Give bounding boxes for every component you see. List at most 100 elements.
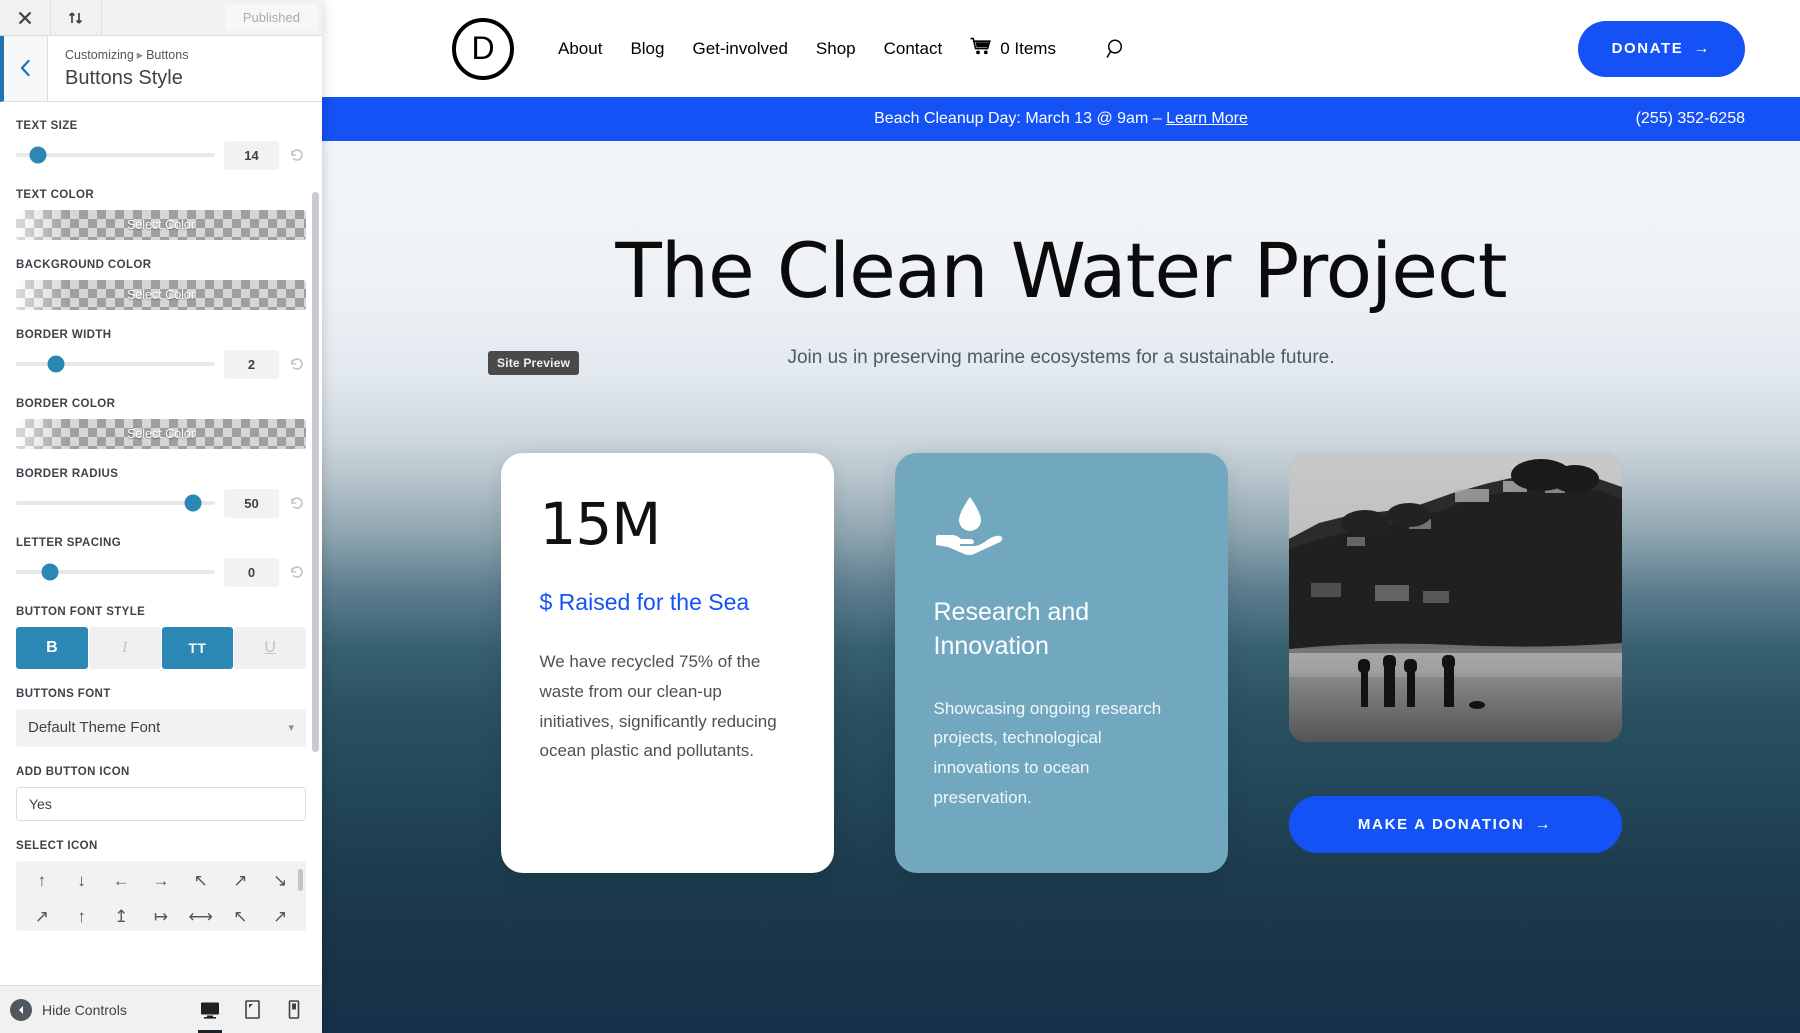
arrow-down-icon[interactable]: ↓ — [62, 870, 102, 892]
arrow-up-right-icon[interactable]: ↗ — [221, 870, 261, 892]
reset-icon[interactable] — [288, 564, 306, 580]
reset-icon[interactable] — [288, 147, 306, 163]
letter-spacing-value[interactable]: 0 — [224, 557, 279, 587]
hero-section: Site Preview The Clean Water Project Joi… — [322, 141, 1800, 1033]
letter-spacing-slider[interactable] — [16, 563, 215, 581]
arrow-down-right-icon[interactable]: ↘ — [260, 870, 300, 892]
border-radius-slider[interactable] — [16, 494, 215, 512]
arrow-up-right-alt-icon[interactable]: ↗ — [260, 906, 300, 928]
nav-link-about[interactable]: About — [558, 39, 602, 59]
panel-scrollbar[interactable] — [312, 191, 319, 752]
breadcrumb-current: Buttons — [146, 48, 189, 62]
device-mobile-button[interactable] — [274, 986, 314, 1033]
arrow-up-left-alt-icon[interactable]: ↖ — [221, 906, 261, 928]
select-color-label: Select Color — [126, 287, 196, 302]
control-label: BUTTONS FONT — [16, 687, 111, 700]
arrow-up-icon[interactable]: ↑ — [22, 870, 62, 892]
beach-photo — [1288, 453, 1622, 742]
arrow-right-icon[interactable]: → — [141, 870, 181, 892]
page-title: Buttons Style — [65, 66, 183, 89]
text-color-picker[interactable]: Select Color — [16, 209, 306, 240]
donate-button-label: DONATE — [1611, 40, 1684, 57]
slider-row: 50 — [16, 488, 306, 518]
arrow-diagonal-icon[interactable]: ↗ — [22, 906, 62, 928]
icon-picker[interactable]: ↑ ↓ ← → ↖ ↗ ↘ ↗ ↑ ↥ ↦ ⟷ ↖ ↗ — [16, 860, 306, 931]
hero-title: The Clean Water Project — [615, 226, 1507, 315]
announcement-phone[interactable]: (255) 352-6258 — [1636, 110, 1745, 128]
nav-link-blog[interactable]: Blog — [630, 39, 664, 59]
stat-value: 15M — [539, 490, 662, 558]
slider-knob[interactable] — [184, 494, 202, 512]
photo-card: MAKE A DONATION → — [1288, 453, 1622, 873]
breadcrumb-separator: ▸ — [136, 48, 144, 62]
stat-body-text: We have recycled 75% of the waste from o… — [539, 652, 777, 761]
learn-more-link[interactable]: Learn More — [1166, 110, 1248, 127]
breadcrumb: Customizing ▸ Buttons — [65, 46, 188, 65]
device-desktop-button[interactable] — [190, 986, 230, 1033]
cards-row: 15M $ Raised for the Sea We have recycle… — [322, 453, 1800, 873]
cart-link[interactable]: 0 Items — [970, 37, 1056, 61]
collapse-arrows-icon[interactable] — [51, 0, 102, 35]
control-text-color: TEXT COLOR Select Color — [16, 189, 306, 240]
arrow-up-left-icon[interactable]: ↖ — [181, 870, 221, 892]
arrow-left-right-icon[interactable]: ⟷ — [181, 906, 221, 928]
arrow-right-icon: → — [1534, 815, 1553, 833]
hide-controls-button[interactable]: Hide Controls — [10, 998, 127, 1021]
site-preview-tooltip: Site Preview — [488, 351, 580, 375]
control-text-size: TEXT SIZE 14 — [16, 120, 306, 170]
search-icon[interactable] — [1106, 38, 1127, 59]
cart-count-label: 0 Items — [1000, 38, 1056, 58]
arrow-up-thin-icon[interactable]: ↑ — [62, 906, 102, 928]
background-color-picker[interactable]: Select Color — [16, 279, 306, 310]
donate-button[interactable]: DONATE → — [1577, 20, 1745, 77]
control-label: SELECT ICON — [16, 839, 98, 852]
buttons-font-select[interactable]: Default Theme Font ▾ — [16, 708, 306, 747]
announcement-text: Beach Cleanup Day: March 13 @ 9am – Lear… — [322, 110, 1800, 128]
icon-grid: ↑ ↓ ← → ↖ ↗ ↘ ↗ ↑ ↥ ↦ ⟷ ↖ ↗ — [22, 870, 300, 928]
arrow-right-icon: → — [1693, 39, 1711, 57]
border-color-picker[interactable]: Select Color — [16, 418, 306, 449]
control-label: BUTTON FONT STYLE — [16, 605, 146, 618]
control-label: BACKGROUND COLOR — [16, 258, 152, 271]
add-button-icon-value[interactable]: Yes — [16, 786, 306, 821]
control-border-width: BORDER WIDTH 2 — [16, 329, 306, 379]
slider-knob[interactable] — [47, 355, 65, 373]
italic-toggle[interactable]: I — [88, 626, 161, 669]
text-size-slider[interactable] — [16, 146, 215, 164]
device-switcher — [190, 986, 314, 1033]
make-a-donation-button[interactable]: MAKE A DONATION → — [1288, 796, 1622, 853]
nav-link-get-involved[interactable]: Get-involved — [692, 39, 787, 59]
icon-grid-scrollbar[interactable] — [298, 868, 303, 891]
bold-toggle[interactable]: B — [16, 626, 88, 669]
close-icon[interactable] — [0, 0, 51, 35]
customizer-header: Customizing ▸ Buttons Buttons Style — [0, 36, 322, 102]
stat-card: 15M $ Raised for the Sea We have recycle… — [500, 453, 834, 873]
slider-knob[interactable] — [29, 146, 47, 164]
breadcrumb-root[interactable]: Customizing — [65, 48, 134, 62]
nav-link-shop[interactable]: Shop — [816, 39, 856, 59]
control-label: TEXT COLOR — [16, 188, 95, 201]
control-label: ADD BUTTON ICON — [16, 765, 130, 778]
reset-icon[interactable] — [288, 495, 306, 511]
device-tablet-button[interactable] — [232, 986, 272, 1033]
select-color-label: Select Color — [126, 426, 196, 441]
published-status[interactable]: Published — [224, 4, 318, 31]
slider-knob[interactable] — [41, 563, 59, 581]
border-radius-value[interactable]: 50 — [224, 488, 279, 518]
nav-inner: D About Blog Get-involved Shop Contact 0… — [322, 17, 1745, 80]
arrow-right-bar-icon[interactable]: ↦ — [141, 906, 181, 928]
reset-icon[interactable] — [288, 356, 306, 372]
select-color-label: Select Color — [126, 217, 196, 232]
border-width-value[interactable]: 2 — [224, 349, 279, 379]
underline-toggle[interactable]: U — [234, 626, 306, 669]
site-logo[interactable]: D — [452, 17, 514, 80]
arrow-up-bar-icon[interactable]: ↥ — [101, 906, 141, 928]
nav-link-contact[interactable]: Contact — [884, 39, 943, 59]
text-size-value[interactable]: 14 — [224, 140, 279, 170]
border-width-slider[interactable] — [16, 355, 215, 373]
control-label: BORDER WIDTH — [16, 328, 112, 341]
chevron-left-icon[interactable] — [4, 36, 48, 101]
uppercase-toggle[interactable]: TT — [161, 626, 234, 669]
arrow-left-icon[interactable]: ← — [101, 870, 141, 892]
